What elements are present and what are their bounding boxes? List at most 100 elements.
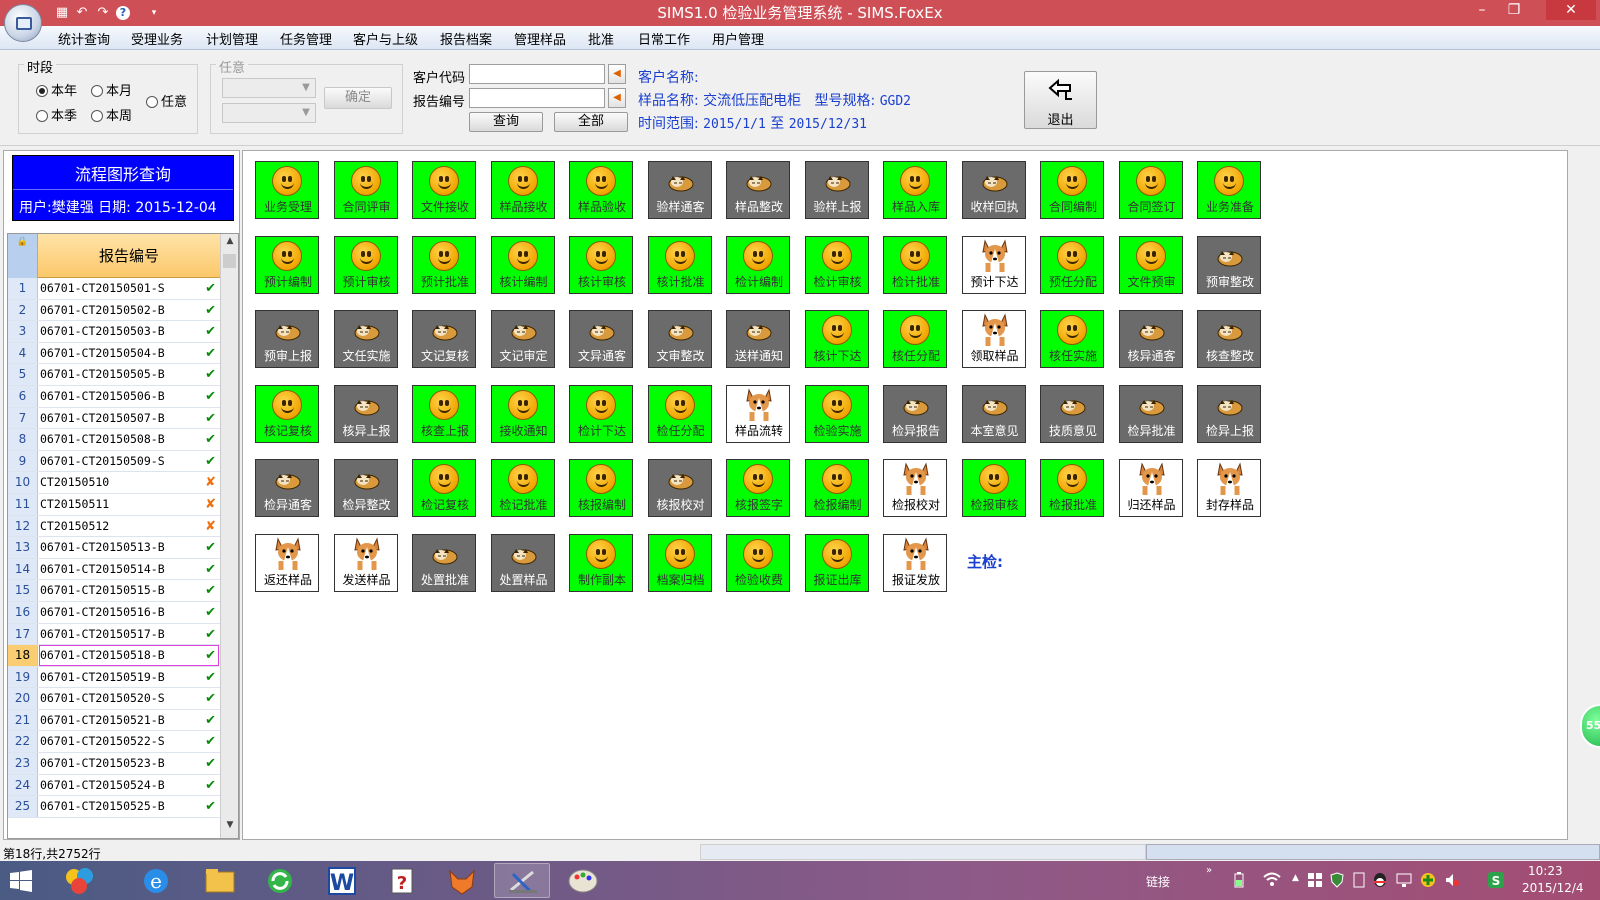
process-tile[interactable]: 核报编制 — [569, 459, 633, 517]
table-row[interactable]: 6 06701-CT20150506-B ✔ — [8, 385, 220, 408]
process-tile[interactable]: 核任实施 — [1040, 310, 1104, 368]
radio-this-week[interactable]: 本周 — [91, 105, 132, 124]
process-tile[interactable]: 文任实施 — [333, 310, 398, 368]
taskbar-help[interactable]: ? — [374, 863, 430, 898]
end-date-combo[interactable]: ▼ — [222, 103, 316, 123]
close-button[interactable]: ✕ — [1546, 0, 1596, 20]
process-tile[interactable]: 检记复核 — [412, 459, 476, 517]
process-tile[interactable]: 返还样品 — [255, 533, 319, 592]
menu-report-archive[interactable]: 报告档案 — [440, 29, 492, 48]
report-code[interactable]: 06701-CT20150521-B — [40, 710, 165, 731]
process-tile[interactable]: 检异批准 — [1118, 384, 1183, 443]
clock-time[interactable]: 10:23 — [1528, 864, 1563, 878]
process-tile[interactable]: 处置批准 — [412, 533, 476, 592]
customer-code-input[interactable] — [469, 64, 605, 84]
process-tile[interactable]: 核任分配 — [883, 310, 947, 368]
quick-save-icon[interactable]: ▦ — [54, 5, 70, 21]
help-icon[interactable]: ? — [116, 6, 130, 20]
process-tile[interactable]: 核查上报 — [412, 384, 476, 443]
process-tile[interactable]: 核异上报 — [333, 384, 398, 443]
process-tile[interactable]: 样品整改 — [726, 161, 790, 219]
customize-quick-access-icon[interactable]: ▾ — [146, 5, 162, 21]
taskbar-ie[interactable]: e — [128, 863, 184, 898]
report-code[interactable]: 06701-CT20150504-B — [40, 343, 165, 364]
battery-icon[interactable] — [1234, 872, 1244, 888]
process-tile[interactable]: 送样通知 — [726, 310, 790, 368]
process-tile[interactable]: 检计编制 — [726, 235, 790, 294]
process-tile[interactable]: 核查整改 — [1197, 310, 1261, 368]
sogou-s-icon[interactable]: S — [1488, 872, 1504, 888]
report-code[interactable]: 06701-CT20150513-B — [40, 537, 165, 558]
process-tile[interactable]: 预审整改 — [1197, 235, 1261, 294]
menu-accept-business[interactable]: 受理业务 — [131, 29, 183, 48]
process-tile[interactable]: 报证发放 — [883, 533, 947, 592]
menu-approve[interactable]: 批准 — [588, 29, 614, 48]
process-tile[interactable]: 样品流转 — [726, 384, 790, 443]
scroll-thumb[interactable] — [223, 254, 236, 268]
process-tile[interactable]: 检报校对 — [883, 459, 947, 517]
process-tile[interactable]: 文审整改 — [647, 310, 712, 368]
report-no-input[interactable] — [469, 88, 605, 108]
process-tile[interactable]: 预计下达 — [961, 235, 1026, 294]
process-tile[interactable]: 核计审核 — [569, 235, 633, 294]
table-row[interactable]: 16 06701-CT20150516-B ✔ — [8, 601, 220, 624]
report-code[interactable]: 06701-CT20150522-S — [40, 731, 165, 752]
report-code[interactable]: 06701-CT20150518-B — [40, 645, 165, 666]
process-tile[interactable]: 本室意见 — [961, 384, 1026, 443]
report-code[interactable]: 06701-CT20150505-B — [40, 364, 165, 385]
qq-penguin-icon[interactable] — [1372, 872, 1388, 888]
exit-button[interactable]: 退出 — [1024, 71, 1097, 129]
process-tile[interactable]: 检计审核 — [804, 235, 869, 294]
process-tile[interactable]: 样品入库 — [883, 161, 947, 219]
all-button[interactable]: 全部 — [554, 112, 628, 132]
report-code[interactable]: 06701-CT20150501-S — [40, 278, 165, 299]
table-row[interactable]: 17 06701-CT20150517-B ✔ — [8, 623, 220, 646]
table-row[interactable]: 2 06701-CT20150502-B ✔ — [8, 299, 220, 322]
customer-code-picker-icon[interactable]: ◀ — [608, 64, 626, 84]
application-menu-button[interactable] — [4, 4, 42, 42]
table-row[interactable]: 12 CT20150512 ✘ — [8, 515, 220, 538]
table-row[interactable]: 3 06701-CT20150503-B ✔ — [8, 321, 220, 343]
taskbar-paint[interactable] — [555, 863, 611, 898]
grid-corner-lock-icon[interactable]: 🔒 — [8, 234, 38, 278]
report-code[interactable]: 06701-CT20150517-B — [40, 624, 165, 645]
process-tile[interactable]: 业务受理 — [255, 161, 319, 219]
process-tile[interactable]: 检计下达 — [569, 384, 633, 443]
windows-start-icon[interactable] — [10, 870, 32, 892]
process-tile[interactable]: 核异通客 — [1118, 310, 1183, 368]
process-tile[interactable]: 检报编制 — [804, 459, 869, 517]
table-row[interactable]: 24 06701-CT20150524-B ✔ — [8, 774, 220, 797]
process-tile[interactable]: 报证出库 — [804, 533, 869, 592]
process-tile[interactable]: 验样上报 — [804, 161, 869, 219]
process-tile[interactable]: 文异通客 — [569, 310, 633, 368]
process-tile[interactable]: 预审上报 — [255, 310, 319, 368]
report-code[interactable]: 06701-CT20150523-B — [40, 753, 165, 774]
tray-windows-icon[interactable] — [1308, 873, 1322, 887]
process-tile[interactable]: 文记复核 — [412, 310, 476, 368]
table-row[interactable]: 19 06701-CT20150519-B ✔ — [8, 666, 220, 689]
process-tile[interactable]: 归还样品 — [1118, 459, 1183, 517]
table-row[interactable]: 5 06701-CT20150505-B ✔ — [8, 364, 220, 386]
menu-customer-superior[interactable]: 客户与上级 — [353, 29, 418, 48]
process-tile[interactable]: 领取样品 — [961, 310, 1026, 368]
table-row[interactable]: 4 06701-CT20150504-B ✔ — [8, 342, 220, 365]
report-code[interactable]: 06701-CT20150515-B — [40, 580, 165, 601]
process-tile[interactable]: 检异上报 — [1197, 384, 1261, 443]
menu-manage-samples[interactable]: 管理样品 — [514, 29, 566, 48]
report-code[interactable]: 06701-CT20150508-B — [40, 429, 165, 450]
report-code[interactable]: 06701-CT20150519-B — [40, 667, 165, 688]
taskbar-sims-active[interactable] — [494, 863, 550, 898]
table-row[interactable]: 7 06701-CT20150507-B ✔ — [8, 407, 220, 430]
restore-button[interactable]: ❐ — [1494, 0, 1534, 20]
process-tile[interactable]: 档案归档 — [647, 533, 712, 592]
process-tile[interactable]: 预计编制 — [255, 235, 319, 294]
menu-task-management[interactable]: 任务管理 — [280, 29, 332, 48]
process-tile[interactable]: 检报批准 — [1040, 459, 1104, 517]
table-row[interactable]: 13 06701-CT20150513-B ✔ — [8, 537, 220, 559]
process-tile[interactable]: 检验实施 — [804, 384, 869, 443]
process-tile[interactable]: 检异通客 — [255, 459, 319, 517]
process-tile[interactable]: 合同评审 — [333, 161, 398, 219]
report-code[interactable]: CT20150512 — [40, 516, 109, 537]
taskbar-app-colorful[interactable] — [52, 863, 108, 898]
process-tile[interactable]: 收样回执 — [961, 161, 1026, 219]
